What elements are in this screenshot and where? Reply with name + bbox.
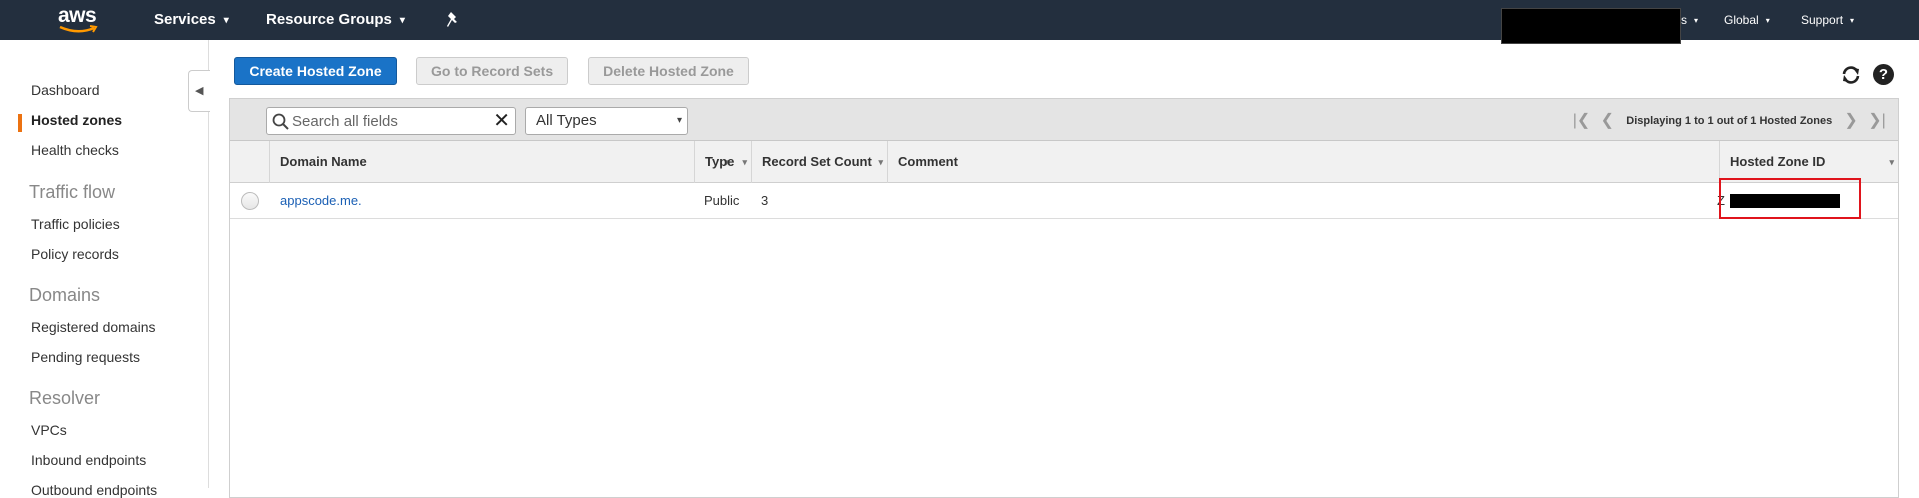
previous-page-icon[interactable]: ❮: [1596, 100, 1618, 142]
clear-search-icon[interactable]: ✕: [493, 111, 510, 131]
delete-hosted-zone-button[interactable]: Delete Hosted Zone: [588, 57, 749, 85]
record-count-cell: 3: [761, 193, 769, 208]
sort-icon: ▾: [742, 157, 747, 167]
sort-icon: ▾: [1889, 157, 1894, 167]
resource-groups-menu[interactable]: Resource Groups ▾: [266, 0, 405, 40]
sidebar-item-vpcs[interactable]: VPCs: [31, 422, 67, 438]
search-input[interactable]: [292, 111, 487, 131]
account-menu-redacted[interactable]: [1501, 8, 1681, 44]
aws-logo[interactable]: aws: [58, 3, 102, 37]
sidebar-item-dashboard[interactable]: Dashboard: [31, 82, 100, 98]
sidebar-heading-traffic-flow: Traffic flow: [29, 182, 116, 202]
support-menu[interactable]: Support ▾: [1801, 0, 1854, 40]
chevron-down-icon: ▾: [223, 15, 229, 26]
services-menu[interactable]: Services ▾: [154, 0, 229, 40]
sidebar-heading-domains: Domains: [29, 285, 101, 305]
last-page-icon[interactable]: ❯|: [1866, 100, 1888, 142]
row-select-radio[interactable]: [241, 192, 259, 210]
resource-groups-menu-label: Resource Groups: [266, 11, 392, 28]
sidebar-item-inbound-endpoints[interactable]: Inbound endpoints: [31, 452, 146, 468]
chevron-down-icon: ▾: [1765, 16, 1770, 25]
chevron-left-icon: ◀: [195, 85, 204, 97]
go-to-record-sets-button[interactable]: Go to Record Sets: [416, 57, 568, 85]
aws-smile-icon: [59, 25, 98, 33]
top-navigation-bar: aws Services ▾ Resource Groups ▾ s ▾ Global…: [0, 0, 1919, 44]
chevron-down-icon: ▾: [676, 115, 682, 126]
column-header-type[interactable]: Type ▾: [694, 141, 751, 183]
search-field[interactable]: ✕: [266, 107, 516, 135]
zone-type-cell: Public: [704, 193, 740, 208]
sidebar-item-hosted-zones[interactable]: Hosted zones: [31, 112, 122, 128]
account-menu-caret[interactable]: s ▾: [1681, 0, 1698, 40]
filter-toolbar: ✕ All Types ▾ |❮ ❮ Displaying 1 to 1 out…: [230, 99, 1898, 141]
sidebar-item-policy-records[interactable]: Policy records: [31, 246, 119, 262]
column-header-domain-name[interactable]: Domain Name ▾: [269, 141, 733, 183]
pagination-status: Displaying 1 to 1 out of 1 Hosted Zones: [1626, 115, 1833, 128]
region-menu-label: Global: [1724, 13, 1759, 27]
column-header-label: Record Set Count: [762, 154, 872, 169]
sidebar-heading-resolver: Resolver: [29, 388, 101, 408]
region-menu[interactable]: Global ▾: [1724, 0, 1770, 40]
zone-id-highlight-box: [1719, 178, 1861, 219]
sidebar-collapse-button[interactable]: ◀: [188, 70, 210, 112]
type-filter-value: All Types: [536, 112, 597, 129]
next-page-icon[interactable]: ❯: [1840, 100, 1862, 142]
search-icon: [272, 113, 289, 130]
chevron-down-icon: ▾: [1694, 16, 1699, 25]
account-menu-fragment: s: [1681, 13, 1687, 27]
sidebar-item-outbound-endpoints[interactable]: Outbound endpoints: [31, 482, 157, 498]
refresh-icon[interactable]: [1840, 64, 1862, 86]
column-header-hosted-zone-id[interactable]: Hosted Zone ID ▾: [1719, 141, 1898, 183]
first-page-icon[interactable]: |❮: [1570, 100, 1592, 142]
chevron-down-icon: ▾: [399, 15, 405, 26]
table-header: Domain Name ▾ Type ▾ Record Set Count ▾ …: [230, 141, 1898, 183]
column-header-label: Comment: [898, 154, 958, 169]
sidebar-item-traffic-policies[interactable]: Traffic policies: [31, 216, 120, 232]
column-header-record-set-count[interactable]: Record Set Count ▾: [751, 141, 887, 183]
sort-icon: ▾: [878, 157, 883, 167]
sidebar-item-pending-requests[interactable]: Pending requests: [31, 349, 140, 365]
column-header-label: Hosted Zone ID: [1730, 154, 1826, 169]
column-header-label: Type: [705, 154, 735, 169]
type-filter-select[interactable]: All Types ▾: [525, 107, 688, 135]
create-hosted-zone-button[interactable]: Create Hosted Zone: [234, 57, 397, 85]
domain-name-link[interactable]: appscode.me.: [280, 183, 362, 219]
active-item-indicator: [18, 114, 22, 132]
services-menu-label: Services: [154, 11, 216, 28]
chevron-down-icon: ▾: [1850, 16, 1855, 25]
support-menu-label: Support: [1801, 13, 1844, 27]
table-row[interactable]: appscode.me. Public 3 Z: [230, 178, 1898, 219]
column-header-comment[interactable]: Comment: [887, 141, 1719, 183]
help-icon[interactable]: ?: [1873, 64, 1894, 85]
pin-icon[interactable]: [445, 11, 461, 29]
pagination: |❮ ❮ Displaying 1 to 1 out of 1 Hosted Z…: [1570, 99, 1888, 141]
hosted-zones-panel: ✕ All Types ▾ |❮ ❮ Displaying 1 to 1 out…: [229, 98, 1899, 498]
sidebar-item-health-checks[interactable]: Health checks: [31, 142, 119, 158]
sidebar: Dashboard Hosted zones Health checks Tra…: [0, 40, 209, 498]
sidebar-item-registered-domains[interactable]: Registered domains: [31, 319, 156, 335]
column-header-label: Domain Name: [280, 154, 367, 169]
